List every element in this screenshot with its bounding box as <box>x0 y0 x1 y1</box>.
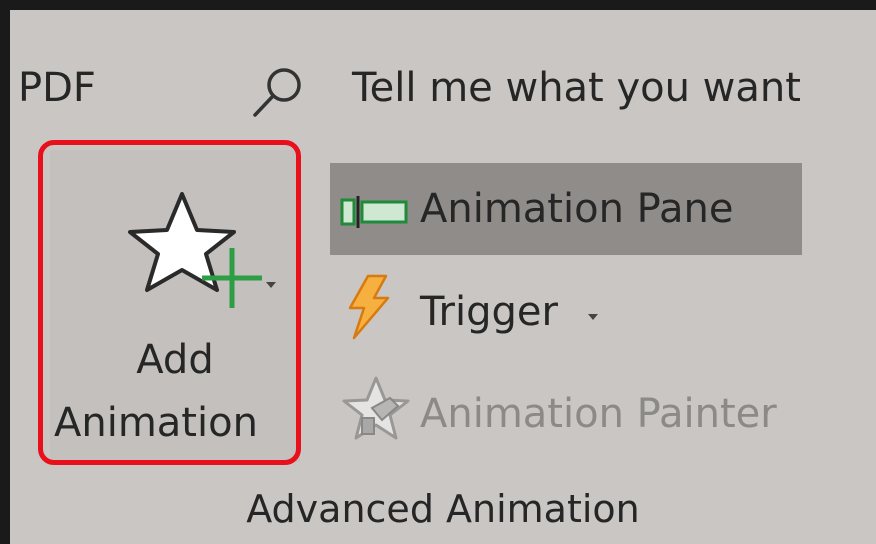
tab-pdf[interactable]: PDF <box>18 68 96 108</box>
group-label-advanced-animation: Advanced Animation <box>246 487 640 531</box>
tell-me-search[interactable]: Tell me what you want <box>352 68 801 108</box>
animation-pane-label: Animation Pane <box>420 186 734 232</box>
trigger-label: Trigger <box>420 289 558 335</box>
ribbon-frame: PDF Tell me what you want Add Animation … <box>10 10 876 544</box>
animation-painter-button[interactable]: Animation Painter <box>340 370 840 460</box>
painter-star-icon <box>342 376 410 440</box>
add-animation-highlight <box>38 140 301 465</box>
animation-pane-button[interactable]: Animation Pane <box>330 163 802 255</box>
trigger-button[interactable]: Trigger <box>340 272 640 352</box>
lightning-icon <box>348 274 390 340</box>
animation-painter-label: Animation Painter <box>420 391 777 437</box>
trigger-dropdown-icon[interactable] <box>588 314 598 320</box>
animation-pane-icon <box>340 196 408 228</box>
search-icon[interactable] <box>242 63 308 123</box>
